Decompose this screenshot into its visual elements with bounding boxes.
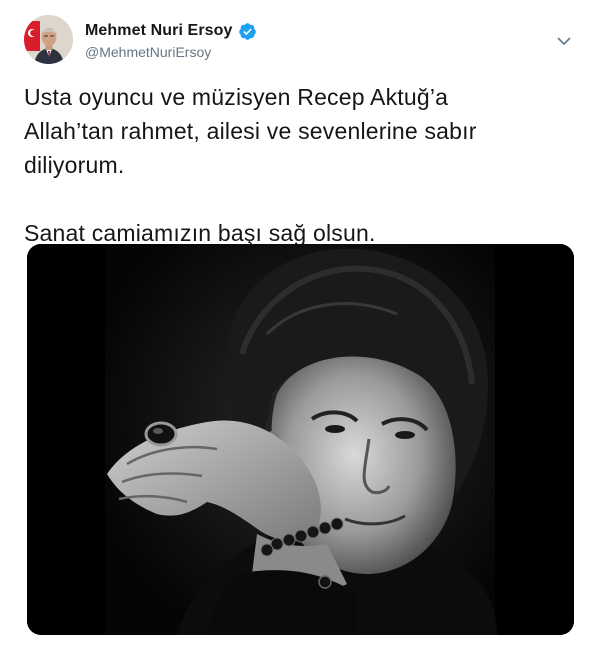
tweet-card: Mehmet Nuri Ersoy @MehmetNuriErsoy Usta … bbox=[0, 0, 600, 645]
author-name-row[interactable]: Mehmet Nuri Ersoy bbox=[85, 20, 257, 42]
tweet-text: Usta oyuncu ve müzisyen Recep Aktuğ’a Al… bbox=[24, 80, 584, 250]
tweet-line-3: diliyorum. bbox=[24, 152, 125, 178]
author-handle[interactable]: @MehmetNuriErsoy bbox=[85, 44, 211, 60]
verified-badge-icon bbox=[238, 22, 257, 41]
tweet-line-1: Usta oyuncu ve müzisyen Recep Aktuğ’a bbox=[24, 84, 449, 110]
tweet-photo[interactable] bbox=[27, 244, 574, 635]
author-display-name[interactable]: Mehmet Nuri Ersoy bbox=[85, 22, 233, 40]
avatar[interactable] bbox=[24, 15, 73, 64]
portrait-photo bbox=[27, 244, 574, 635]
tweet-line-2: Allah’tan rahmet, ailesi ve sevenlerine … bbox=[24, 118, 477, 144]
avatar-image bbox=[24, 15, 73, 64]
chevron-down-icon[interactable] bbox=[555, 32, 573, 50]
